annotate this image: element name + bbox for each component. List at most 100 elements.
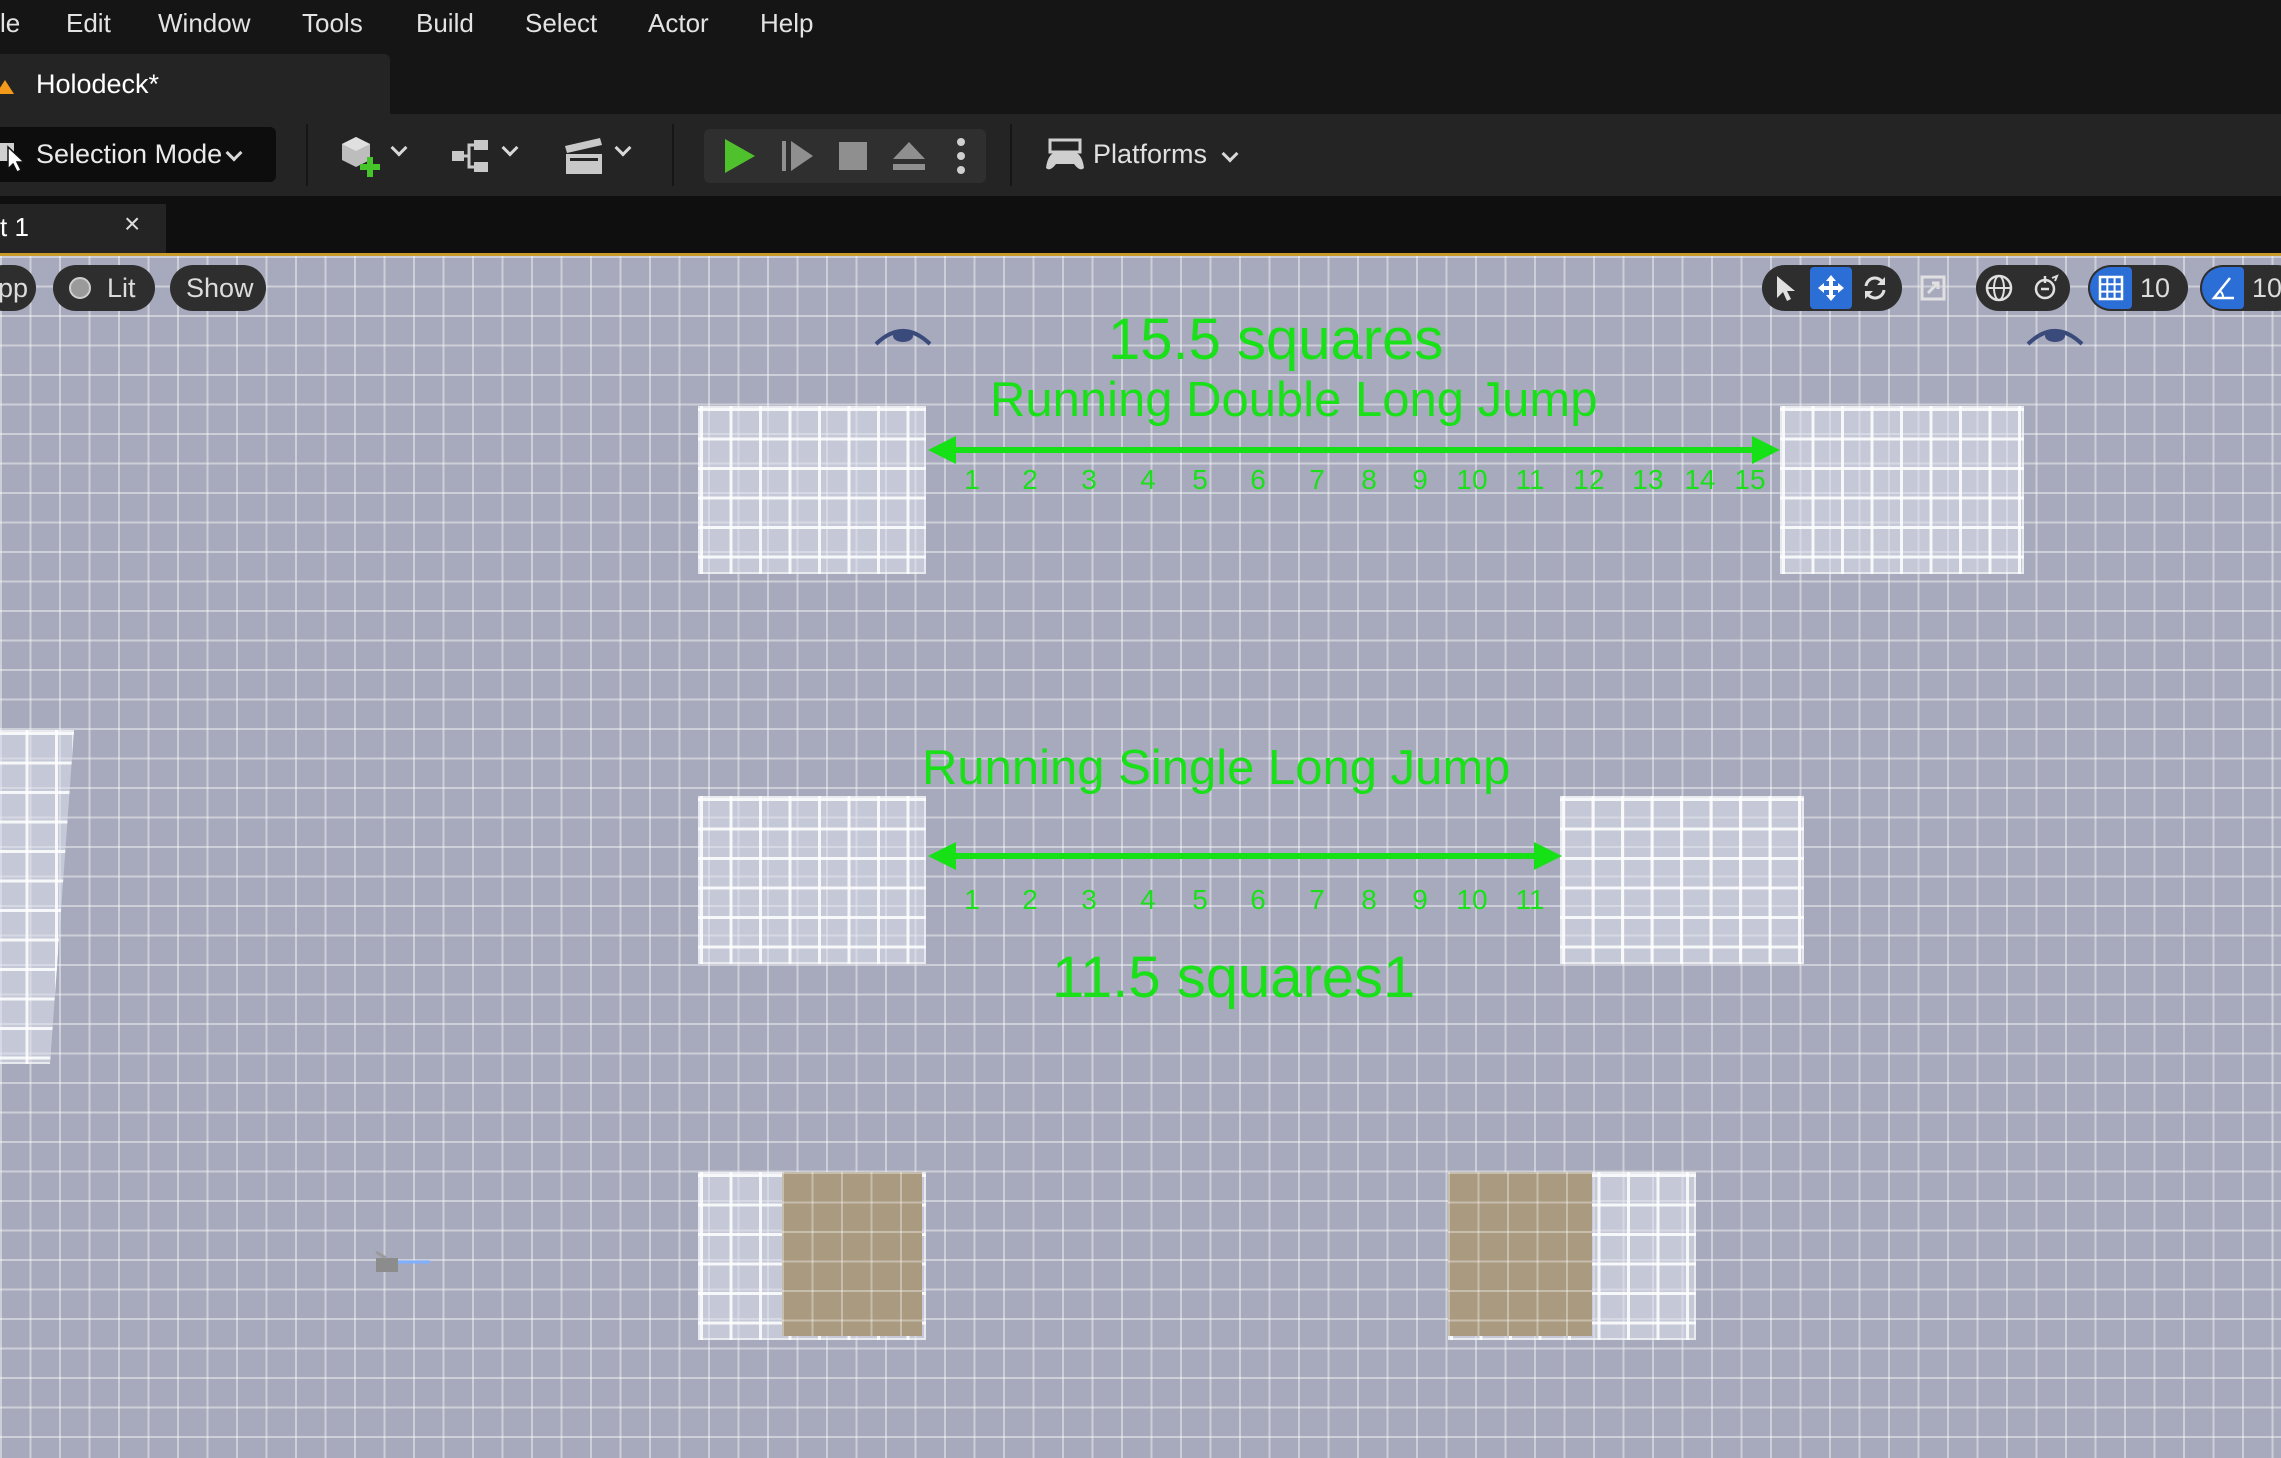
coordinate-space-group xyxy=(1976,265,2070,311)
more-options-button[interactable] xyxy=(946,135,976,177)
level-viewport[interactable]: pp Lit Show 10 10 15.5 squares Running D… xyxy=(0,256,2281,1458)
menu-bar: le Edit Window Tools Build Select Actor … xyxy=(0,0,2281,48)
double-jump-arrow-line xyxy=(950,447,1772,453)
selection-mode-dropdown[interactable]: Selection Mode xyxy=(0,127,276,182)
arrowhead-right-icon xyxy=(1752,436,1780,464)
blueprint-icon xyxy=(452,140,488,172)
add-actor-button[interactable] xyxy=(338,134,414,178)
menu-actor[interactable]: Actor xyxy=(648,8,709,39)
toolbar-divider xyxy=(1010,124,1012,186)
translate-arrows-icon xyxy=(1818,275,1844,301)
chevron-down-icon xyxy=(1221,145,1239,163)
grid-snap-toggle[interactable] xyxy=(2090,267,2132,309)
viewport-options-button[interactable]: pp xyxy=(0,265,36,311)
add-actor-icon xyxy=(342,137,380,177)
ruler-tick-label: 11 xyxy=(1515,884,1545,915)
scale-icon xyxy=(1920,275,1946,301)
menu-help[interactable]: Help xyxy=(760,8,813,39)
viewport-tab-bar xyxy=(0,196,2281,254)
arrowhead-right-icon xyxy=(1534,842,1562,870)
cinematics-button[interactable] xyxy=(562,134,638,178)
platform-block[interactable] xyxy=(1560,796,1804,964)
surface-snapping-icon xyxy=(2034,274,2059,300)
ruler-tick-label: 6 xyxy=(1250,464,1266,495)
grid-snap-group: 10 xyxy=(2088,265,2188,311)
double-jump-distance-label: 15.5 squares xyxy=(1108,307,1444,372)
single-jump-arrow-line xyxy=(950,853,1550,859)
platform-block[interactable] xyxy=(1780,406,2024,574)
menu-window[interactable]: Window xyxy=(158,8,250,39)
rotation-snap-toggle[interactable] xyxy=(2202,267,2244,309)
ruler-tick-label: 13 xyxy=(1632,464,1664,495)
menu-edit[interactable]: Edit xyxy=(66,8,111,39)
advance-frame-button[interactable] xyxy=(776,135,818,177)
player-start-icon[interactable] xyxy=(872,322,934,348)
play-controls xyxy=(704,129,986,183)
ruler-tick-label: 4 xyxy=(1140,464,1156,495)
ruler-tick-label: 3 xyxy=(1081,464,1097,495)
menu-build[interactable]: Build xyxy=(416,8,474,39)
ruler-tick-label: 4 xyxy=(1140,884,1156,915)
platforms-gamepad-icon xyxy=(1046,138,1084,170)
blueprint-button[interactable] xyxy=(450,134,526,178)
document-tab-title: Holodeck* xyxy=(36,69,160,99)
play-icon xyxy=(725,139,755,173)
rotate-tool-button[interactable] xyxy=(1854,267,1896,309)
ruler-tick-label: 15 xyxy=(1734,464,1766,495)
scale-tool-button[interactable] xyxy=(1912,267,1954,309)
world-space-button[interactable] xyxy=(1978,267,2020,309)
ruler-tick-label: 8 xyxy=(1361,464,1377,495)
chevron-down-icon xyxy=(225,144,243,162)
ruler-tick-label: 7 xyxy=(1309,464,1325,495)
viewport-options-label: pp xyxy=(0,273,29,303)
angle-icon xyxy=(2211,277,2234,300)
menu-file[interactable]: le xyxy=(0,8,20,39)
platform-block[interactable] xyxy=(698,796,926,964)
ruler-tick-label: 11 xyxy=(1515,464,1545,495)
player-start-icon[interactable] xyxy=(2024,322,2086,348)
grid-icon xyxy=(2098,275,2124,301)
translate-tool-button[interactable] xyxy=(1810,267,1852,309)
view-mode-lit-button[interactable]: Lit xyxy=(53,265,155,311)
close-icon[interactable]: × xyxy=(124,208,140,240)
rotation-snap-value[interactable]: 10 xyxy=(2252,273,2281,304)
platform-block[interactable] xyxy=(698,406,926,574)
floor-material-tile[interactable] xyxy=(1448,1172,1592,1336)
grid-snap-value[interactable]: 10 xyxy=(2140,273,2170,304)
toolbar-divider xyxy=(672,124,674,186)
play-button[interactable] xyxy=(718,135,760,177)
view-mode-label: Lit xyxy=(107,273,136,303)
platforms-button[interactable]: Platforms xyxy=(1044,128,1244,184)
surface-snapping-button[interactable] xyxy=(2024,267,2066,309)
menu-select[interactable]: Select xyxy=(525,8,597,39)
ruler-tick-label: 9 xyxy=(1412,464,1428,495)
ruler-tick-label: 6 xyxy=(1250,884,1266,915)
platforms-label: Platforms xyxy=(1093,139,1208,169)
double-jump-title: Running Double Long Jump xyxy=(990,373,1598,427)
ruler-tick-label: 10 xyxy=(1456,884,1488,915)
ruler-tick-label: 8 xyxy=(1361,884,1377,915)
chevron-down-icon xyxy=(390,139,408,157)
menu-tools[interactable]: Tools xyxy=(302,8,363,39)
stop-icon xyxy=(839,142,867,170)
viewport-tab[interactable]: t 1 × xyxy=(0,204,166,254)
select-tool-button[interactable] xyxy=(1764,267,1806,309)
single-jump-title: Running Single Long Jump xyxy=(922,741,1511,795)
rotation-snap-group: 10 xyxy=(2200,265,2281,311)
toolbar-divider xyxy=(306,124,308,186)
floor-material-tile[interactable] xyxy=(782,1172,922,1336)
platform-block[interactable] xyxy=(0,730,74,1064)
document-tab[interactable]: Holodeck* xyxy=(0,54,390,114)
eject-button[interactable] xyxy=(888,135,930,177)
ruler-tick-label: 1 xyxy=(964,464,980,495)
ruler-tick-label: 2 xyxy=(1022,464,1038,495)
ruler-tick-label: 9 xyxy=(1412,884,1428,915)
cinematics-icon xyxy=(565,138,602,174)
show-flags-button[interactable]: Show xyxy=(170,265,266,311)
stop-button[interactable] xyxy=(832,135,874,177)
show-flags-label: Show xyxy=(186,273,254,303)
chevron-down-icon xyxy=(501,139,519,157)
ruler-tick-label: 3 xyxy=(1081,884,1097,915)
camera-actor-icon[interactable] xyxy=(372,1248,432,1278)
single-jump-distance-label: 11.5 squares1 xyxy=(1052,945,1416,1010)
